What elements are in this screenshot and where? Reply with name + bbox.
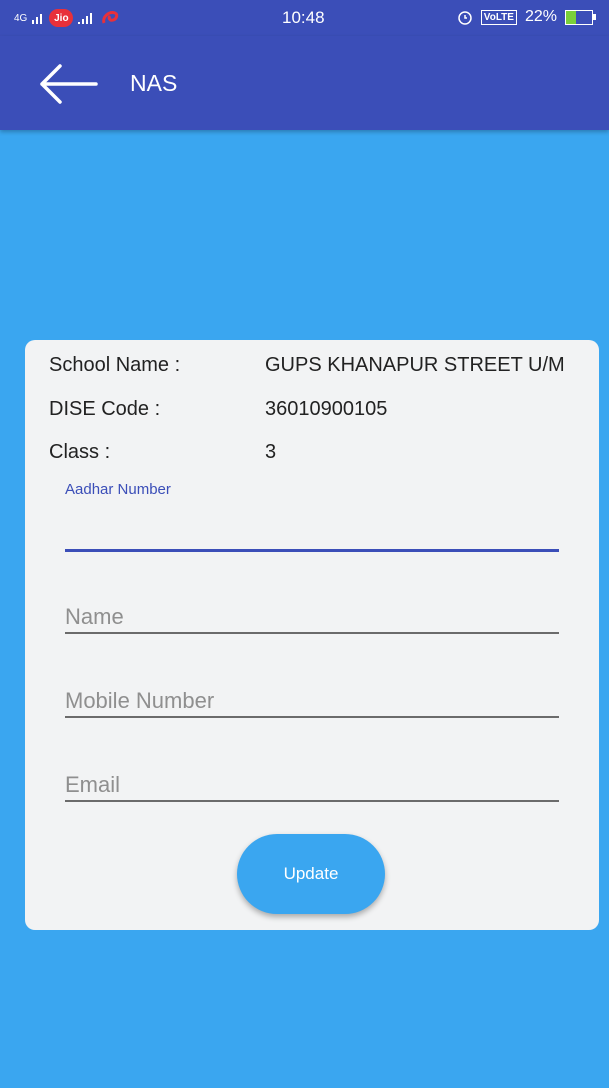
app-bar: NAS (0, 36, 609, 130)
volte-badge: VoLTE (480, 9, 517, 25)
dise-code-label: DISE Code : (49, 398, 161, 420)
status-bar: 4G Jio 10:48 VoLTE 22% (0, 0, 609, 36)
aadhar-input[interactable] (65, 512, 559, 542)
battery-percent: 22% (524, 8, 557, 25)
carrier-logo: Jio (49, 9, 74, 27)
class-label: Class : (49, 441, 111, 463)
email-underline (65, 800, 559, 802)
name-underline (65, 632, 559, 634)
network-type: 4G (14, 12, 28, 24)
aadhar-underline (65, 549, 559, 552)
status-left-icons: 4G Jio (14, 9, 119, 27)
page-title: NAS (130, 70, 178, 96)
signal-icon (32, 14, 43, 24)
update-button[interactable]: Update (237, 834, 385, 914)
mobile-number-input[interactable] (65, 684, 559, 718)
status-right-icons: VoLTE 22% (457, 8, 596, 26)
aadhar-label: Aadhar Number (65, 481, 171, 498)
back-button[interactable] (36, 62, 100, 106)
mobile-underline (65, 716, 559, 718)
battery-icon (565, 9, 596, 25)
class-value: 3 (265, 441, 277, 463)
airtel-icon (102, 11, 119, 24)
student-form-card: School Name : GUPS KHANAPUR STREET U/M D… (25, 340, 599, 930)
school-name-label: School Name : (49, 354, 181, 376)
school-name-value: GUPS KHANAPUR STREET U/M (265, 354, 565, 376)
arrow-left-icon (40, 64, 98, 104)
signal-icon-2 (78, 13, 93, 24)
alarm-icon (458, 11, 472, 25)
name-input[interactable] (65, 600, 559, 634)
dise-code-value: 36010900105 (265, 398, 388, 420)
clock: 10:48 (282, 8, 325, 27)
email-input[interactable] (65, 768, 559, 802)
